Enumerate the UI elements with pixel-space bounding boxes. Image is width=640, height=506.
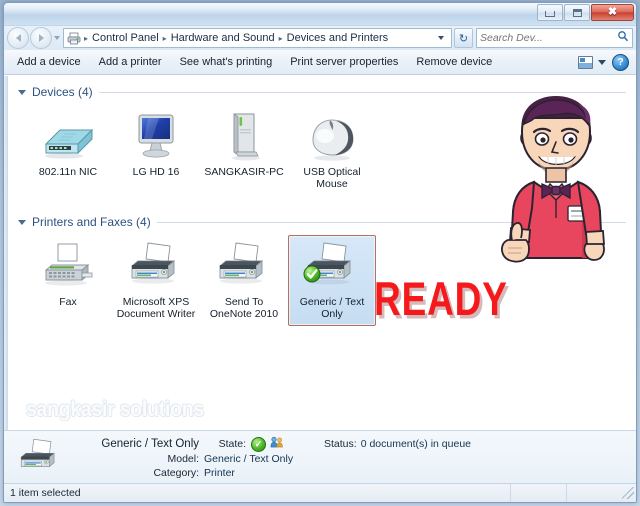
see-whats-printing-button[interactable]: See what's printing (171, 52, 282, 72)
address-bar: ▸ Control Panel ▸ Hardware and Sound ▸ D… (4, 26, 636, 50)
device-tile-sangkasir-pc[interactable]: SANGKASIR-PC (200, 105, 288, 184)
device-label: USB Optical Mouse (303, 166, 361, 190)
add-a-device-button[interactable]: Add a device (8, 52, 90, 72)
details-body: Generic / Text Only State: ✓ Status: 0 d… (74, 436, 628, 480)
default-printer-check-icon: ✓ (251, 436, 266, 452)
help-icon[interactable]: ? (612, 53, 629, 71)
minimize-button[interactable] (537, 4, 563, 21)
recent-locations-icon[interactable] (54, 36, 60, 40)
device-tile-802-11n-nic[interactable]: 802.11n NIC (24, 105, 112, 184)
breadcrumb: ▸ Control Panel ▸ Hardware and Sound ▸ D… (83, 31, 433, 45)
device-label: 802.11n NIC (38, 166, 98, 178)
search-box[interactable] (476, 28, 633, 48)
printer-tile-send-to-onenote-2010[interactable]: Send To OneNote 2010 (200, 235, 288, 326)
refresh-icon: ↻ (458, 32, 469, 45)
section-divider (98, 91, 626, 93)
fax-icon (36, 240, 100, 292)
devices-and-printers-window: ✖ ▸ Control Panel ▸ Hardware and Sound ▸… (3, 2, 637, 503)
details-status-label: Status: (324, 438, 357, 450)
details-category-value: Printer (204, 467, 235, 479)
remove-device-button[interactable]: Remove device (407, 52, 501, 72)
monitor-icon (124, 110, 188, 162)
change-view-icon[interactable] (578, 55, 593, 69)
section-printers-and-faxes: Printers and Faxes (4) Fax Microsoft XPS… (4, 206, 636, 326)
printer-label: Fax (59, 296, 77, 308)
details-state-icons: ✓ (251, 436, 284, 452)
breadcrumb-item-devices-and-printers[interactable]: Devices and Printers (284, 31, 392, 45)
printer-tile-generic-text-only[interactable]: Generic / Text Only (288, 235, 376, 326)
status-bar-text: 1 item selected (10, 487, 81, 499)
status-bar-cell (566, 484, 622, 502)
details-model-label: Model: (167, 453, 199, 465)
watermark-text: sangkasir solutions (26, 398, 204, 421)
printers-tile-row: Fax Microsoft XPS Document Writer Send T… (18, 235, 626, 326)
status-bar-cell (510, 484, 566, 502)
device-label: LG HD 16 (132, 166, 180, 178)
resize-grip-icon[interactable] (622, 487, 634, 499)
content-area: Devices (4) 802.11n NIC LG HD 16 SANGKAS… (4, 75, 636, 430)
section-devices: Devices (4) 802.11n NIC LG HD 16 SANGKAS… (4, 76, 636, 196)
details-row-name-state-status: Generic / Text Only State: ✓ Status: 0 d… (74, 436, 628, 452)
printer-tile-fax[interactable]: Fax (24, 235, 112, 314)
command-bar: Add a device Add a printer See what's pr… (4, 50, 636, 75)
device-tile-usb-optical-mouse[interactable]: USB Optical Mouse (288, 105, 376, 196)
printer-icon (124, 240, 188, 292)
network-adapter-icon (36, 110, 100, 162)
search-icon (617, 29, 629, 47)
title-bar: ✖ (4, 3, 636, 26)
collapse-triangle-icon[interactable] (18, 89, 26, 95)
window-controls: ✖ (536, 4, 634, 21)
section-header-printers[interactable]: Printers and Faxes (4) (18, 206, 626, 229)
chevron-down-icon (438, 36, 444, 40)
section-divider (156, 221, 626, 223)
screenshot-root: ✖ ▸ Control Panel ▸ Hardware and Sound ▸… (0, 0, 640, 506)
back-arrow-icon (15, 34, 21, 42)
collapse-triangle-icon[interactable] (18, 219, 26, 225)
default-printer-check-badge (303, 265, 321, 283)
printer-tile-microsoft-xps-document-writer[interactable]: Microsoft XPS Document Writer (112, 235, 200, 326)
forward-button[interactable] (30, 27, 52, 49)
printer-small-icon (67, 32, 81, 45)
details-row-model: Model: Generic / Text Only (74, 452, 628, 466)
details-device-name: Generic / Text Only (101, 438, 199, 450)
shared-printer-icon (270, 436, 284, 452)
printer-icon (300, 240, 364, 292)
printer-label: Generic / Text Only (299, 296, 365, 320)
device-tile-lg-hd-16[interactable]: LG HD 16 (112, 105, 200, 184)
printer-label: Send To OneNote 2010 (209, 296, 279, 320)
devices-tile-row: 802.11n NIC LG HD 16 SANGKASIR-PC USB Op… (18, 105, 626, 196)
search-input[interactable] (480, 32, 617, 44)
device-label: SANGKASIR-PC (204, 166, 284, 178)
status-bar: 1 item selected (4, 483, 636, 502)
printer-icon (212, 240, 276, 292)
details-model-value: Generic / Text Only (204, 453, 294, 465)
breadcrumb-item-control-panel[interactable]: Control Panel (89, 31, 162, 45)
close-icon: ✖ (607, 6, 618, 18)
details-state-label: State: (218, 438, 246, 450)
minimize-icon (545, 11, 555, 17)
refresh-button[interactable]: ↻ (454, 28, 473, 48)
maximize-button[interactable] (564, 4, 590, 21)
details-category-label: Category: (153, 467, 199, 479)
breadcrumb-item-hardware-and-sound[interactable]: Hardware and Sound (168, 31, 278, 45)
computer-tower-icon (212, 110, 276, 162)
section-title-printers: Printers and Faxes (4) (32, 215, 151, 229)
breadcrumb-dropdown-button[interactable] (433, 36, 449, 40)
print-server-properties-button[interactable]: Print server properties (281, 52, 407, 72)
details-row-category: Category: Printer (74, 466, 628, 480)
back-button[interactable] (7, 27, 29, 49)
section-title-devices: Devices (4) (32, 85, 93, 99)
details-status-value: 0 document(s) in queue (360, 438, 472, 450)
printer-label: Microsoft XPS Document Writer (116, 296, 196, 320)
mouse-icon (300, 110, 364, 162)
chevron-down-icon[interactable] (598, 59, 606, 65)
details-printer-icon (14, 436, 66, 480)
details-pane: Generic / Text Only State: ✓ Status: 0 d… (4, 430, 636, 483)
maximize-icon (572, 8, 582, 17)
add-a-printer-button[interactable]: Add a printer (90, 52, 171, 72)
breadcrumb-bar[interactable]: ▸ Control Panel ▸ Hardware and Sound ▸ D… (63, 28, 452, 48)
close-button[interactable]: ✖ (591, 4, 634, 21)
forward-arrow-icon (38, 34, 44, 42)
section-header-devices[interactable]: Devices (4) (18, 76, 626, 99)
